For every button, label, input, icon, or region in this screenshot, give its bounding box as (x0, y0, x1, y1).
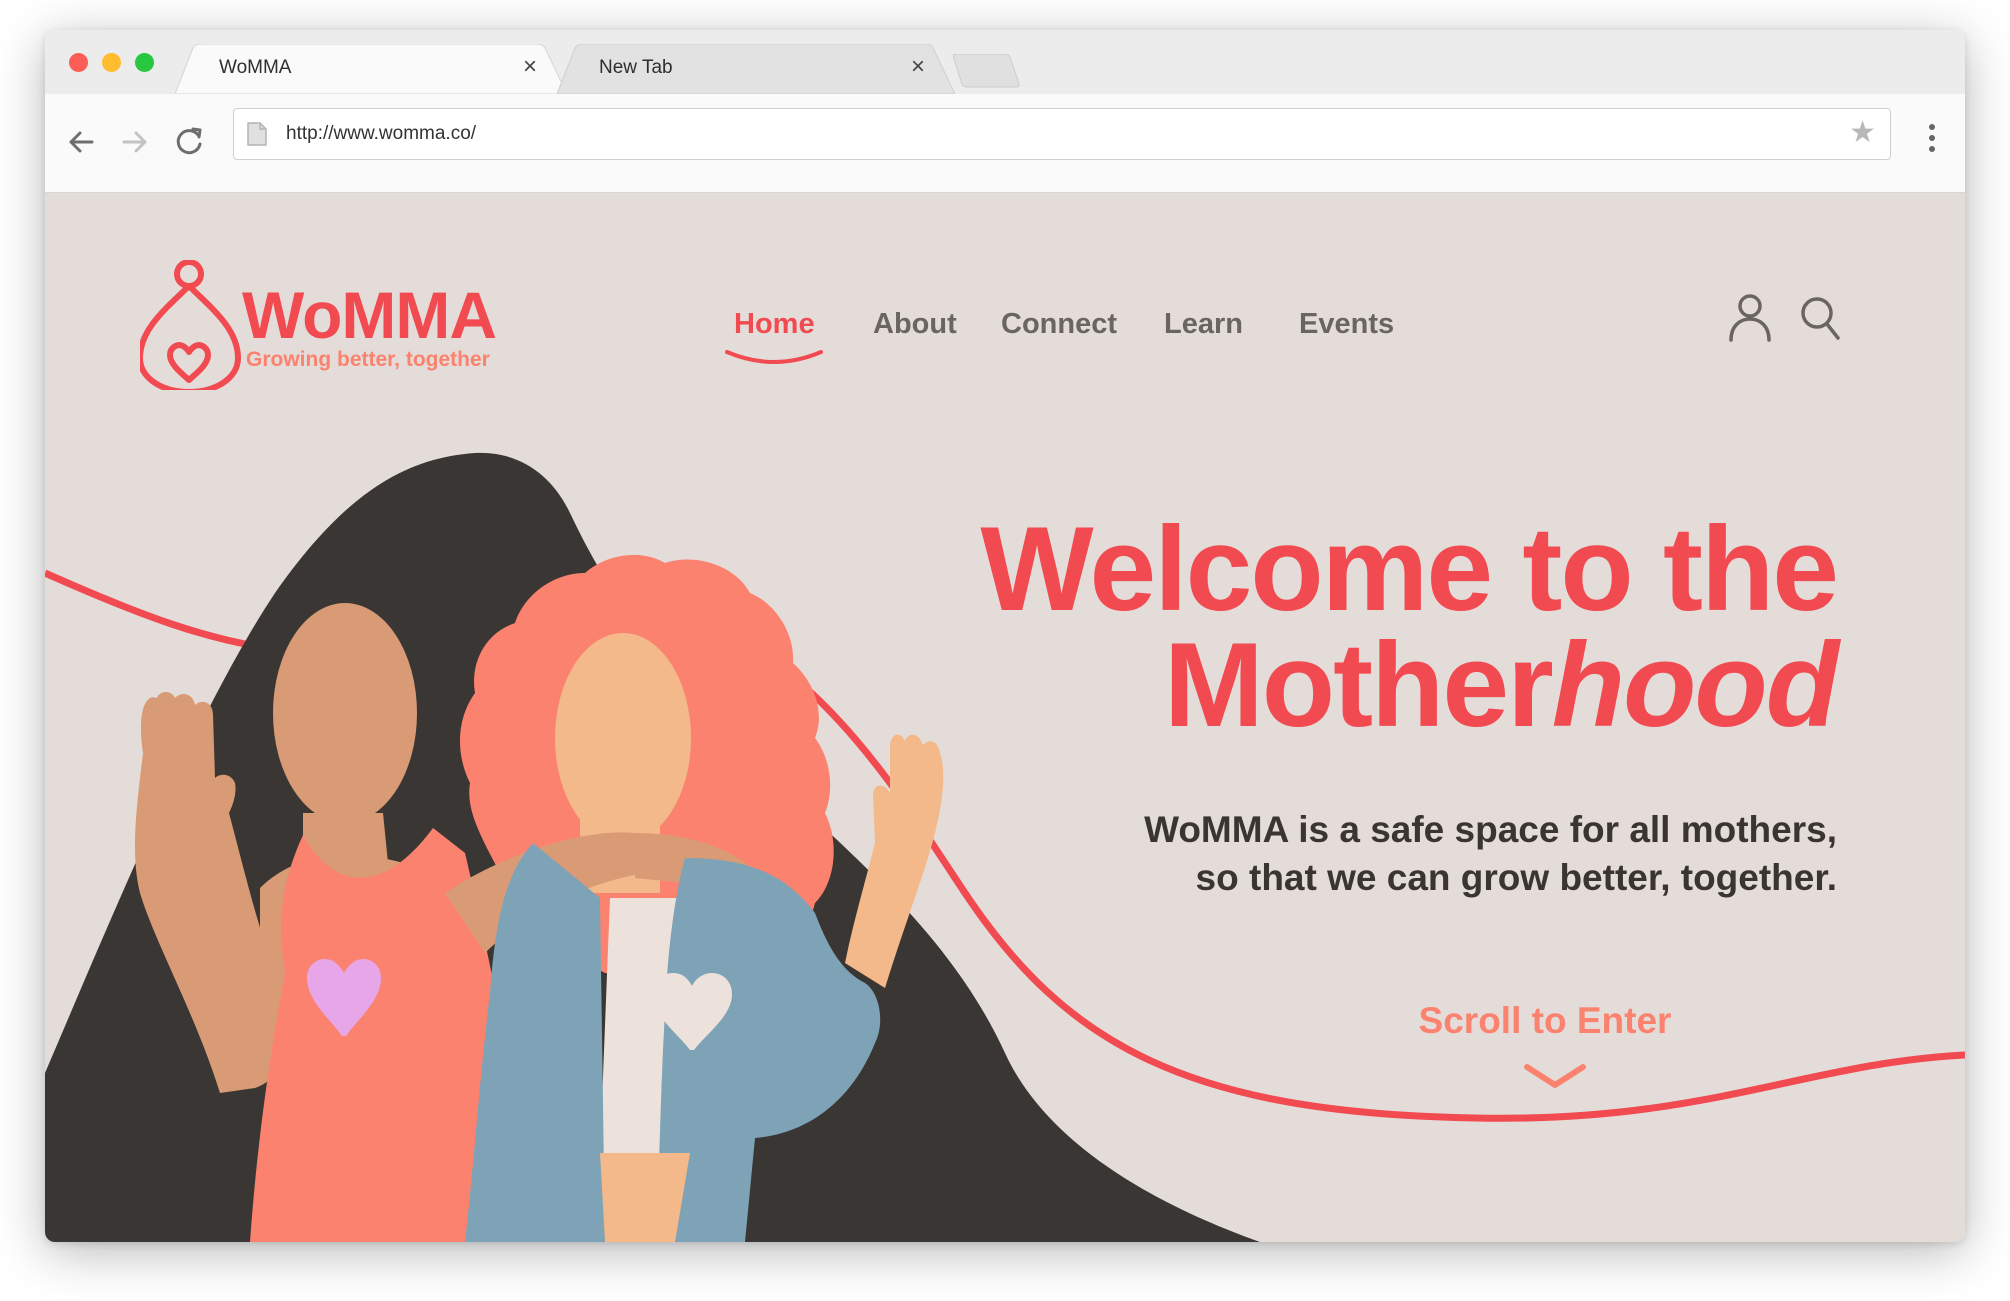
browser-toolbar: http://www.womma.co/ ★ (45, 94, 1965, 193)
close-window-button[interactable] (69, 53, 88, 72)
nav-learn[interactable]: Learn (1164, 308, 1243, 341)
nav-home-underline (725, 350, 823, 364)
hero-title-italic: hood (1551, 618, 1839, 752)
user-icon[interactable] (1728, 293, 1772, 343)
right-woman-legs (600, 1153, 690, 1242)
browser-window: WoMMA × New Tab × http://www.womma.co/ ★… (45, 30, 1965, 1242)
maximize-window-button[interactable] (135, 53, 154, 72)
bookmark-star-icon[interactable]: ★ (1849, 117, 1876, 149)
forward-arrow-icon[interactable] (117, 124, 153, 160)
hero-subtitle-line1: WoMMA is a safe space for all mothers, (1144, 809, 1837, 850)
webpage: WoMMA Growing better, together Home Abou… (45, 193, 1965, 1242)
new-tab-icon (953, 54, 1020, 88)
close-tab-icon[interactable]: × (911, 55, 925, 79)
chevron-down-icon[interactable] (1521, 1061, 1589, 1091)
tab-strip: WoMMA × New Tab × (45, 30, 1965, 94)
tab-new-tab[interactable]: New Tab × (557, 44, 955, 94)
browser-menu-icon[interactable] (1929, 124, 1935, 157)
scroll-to-enter-label[interactable]: Scroll to Enter (1365, 1000, 1725, 1042)
url-text[interactable]: http://www.womma.co/ (286, 123, 476, 145)
tab-title: WoMMA (219, 57, 292, 78)
hero-subtitle: WoMMA is a safe space for all mothers, s… (1144, 806, 1837, 902)
minimize-window-button[interactable] (102, 53, 121, 72)
logo-tagline: Growing better, together (246, 348, 490, 371)
hero-title-line1: Welcome to the (980, 502, 1839, 636)
reload-icon[interactable] (171, 124, 207, 160)
nav-events[interactable]: Events (1299, 308, 1394, 341)
page-icon (247, 122, 267, 146)
hero-title: Welcome to the Motherhood (980, 502, 1839, 745)
tab-title: New Tab (599, 57, 673, 78)
nav-home[interactable]: Home (734, 308, 815, 341)
search-icon[interactable] (1798, 293, 1842, 343)
logo-wordmark[interactable]: WoMMA (242, 282, 497, 348)
hero-title-line2: Motherhood (980, 625, 1839, 745)
window-controls (69, 53, 154, 72)
left-woman-head (273, 603, 417, 823)
close-tab-icon[interactable]: × (523, 55, 537, 79)
hero-subtitle-line2: so that we can grow better, together. (1195, 857, 1837, 898)
new-tab-button[interactable] (953, 44, 1021, 94)
back-arrow-icon[interactable] (63, 124, 99, 160)
hero-title-regular: Mother (1163, 618, 1554, 752)
tab-womma[interactable]: WoMMA × (175, 44, 567, 94)
nav-about[interactable]: About (873, 308, 957, 341)
right-woman-head (555, 633, 691, 843)
address-bar[interactable]: http://www.womma.co/ ★ (233, 108, 1891, 160)
nav-connect[interactable]: Connect (1001, 308, 1117, 341)
